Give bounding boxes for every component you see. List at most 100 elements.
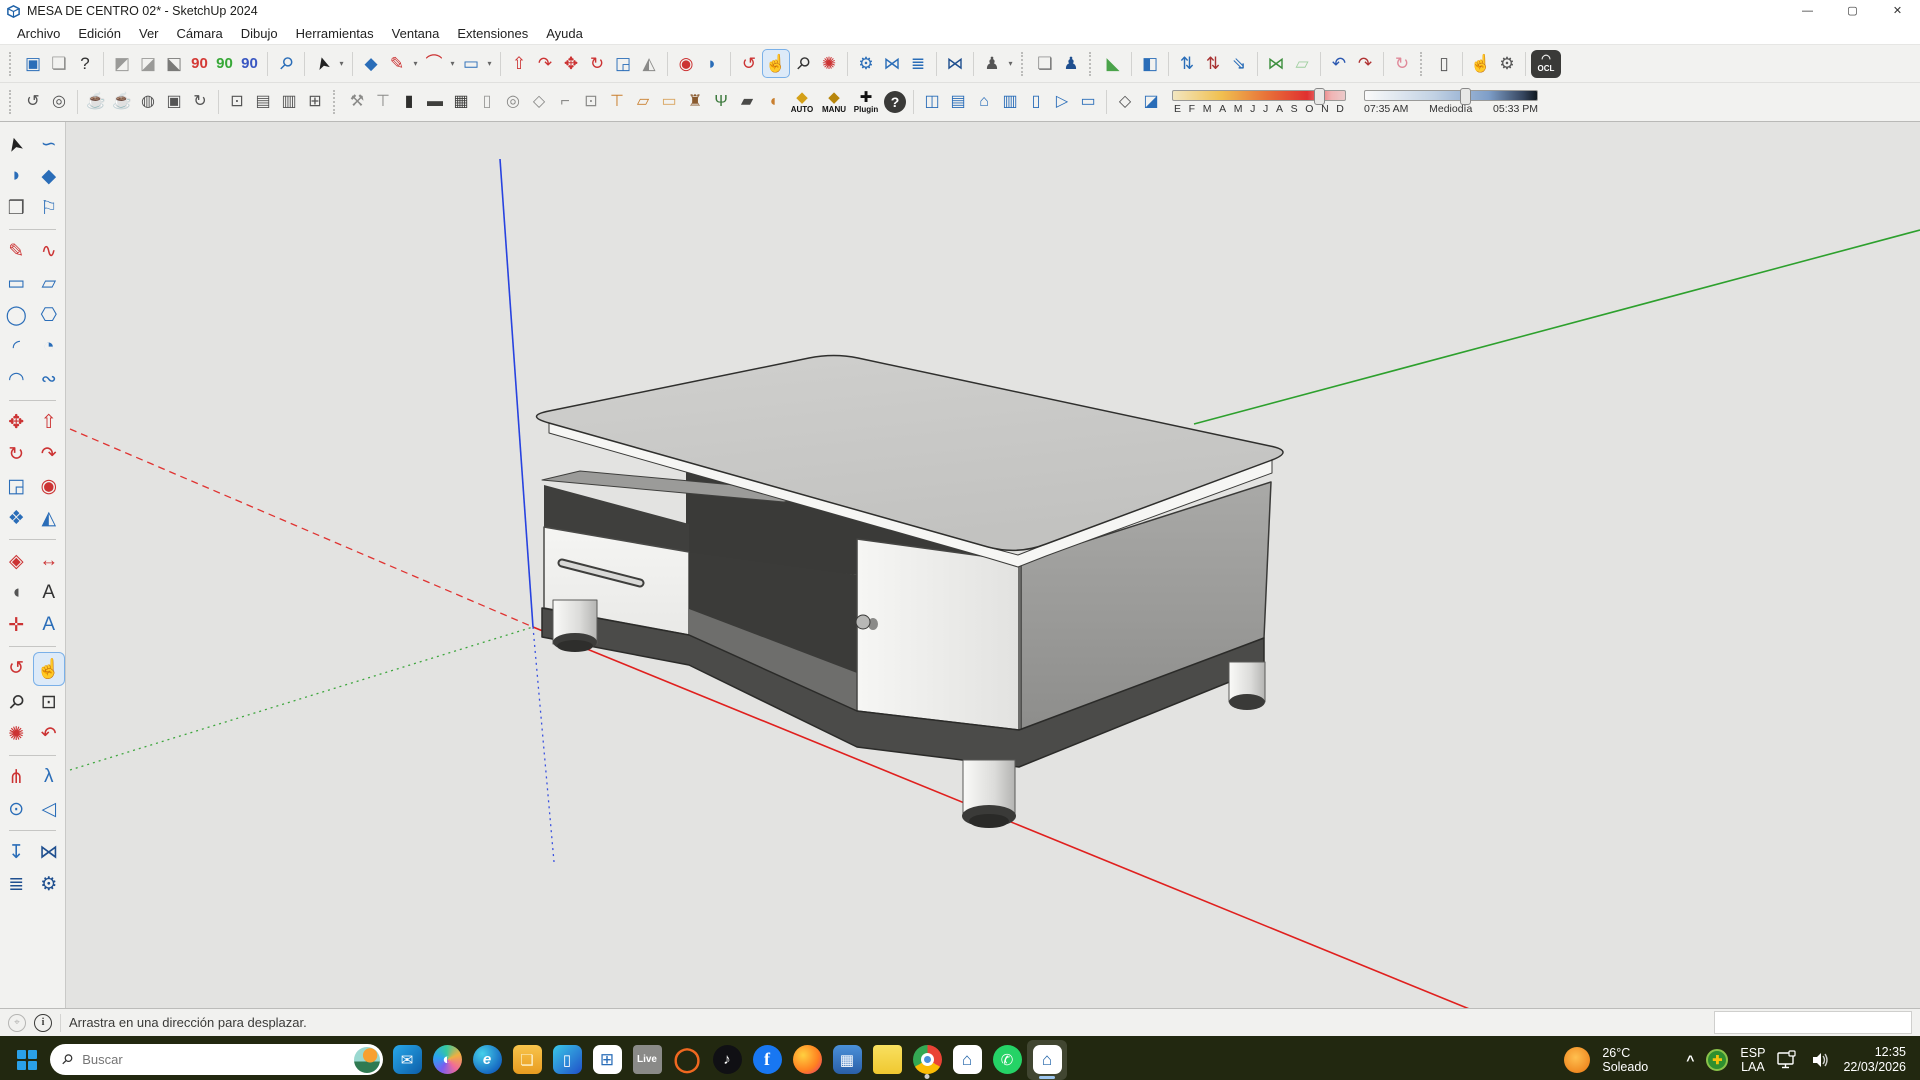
palette-soften-tool[interactable]: ◭ [33,502,66,534]
render-teapot-1-icon[interactable]: ☕ [83,89,109,116]
cutlery-icon[interactable]: ⚒ [344,89,370,116]
eraser-tool-icon[interactable]: ◆ [358,50,384,77]
palette-eraser-tool[interactable]: ◆ [33,160,66,192]
palette-select-tool[interactable]: ➤ [0,128,33,160]
hand-pan-icon[interactable]: ☝ [1468,50,1494,77]
taskbar-search[interactable]: ⚲ [50,1044,383,1075]
blue-solid-icon[interactable]: ◧ [1137,50,1163,77]
palette-position-camera-tool[interactable]: ⋔ [0,761,33,793]
taskbar-app-orange[interactable]: ◯ [667,1040,707,1080]
zoom-tool-icon[interactable]: ⚲ [790,50,816,77]
start-button[interactable] [8,1041,46,1079]
outlet-icon[interactable]: ⊡ [578,89,604,116]
clock-widget[interactable]: 12:35 22/03/2026 [1843,1045,1906,1075]
scale-tool-icon[interactable]: ◲ [610,50,636,77]
antivirus-icon[interactable]: ✚ [1706,1049,1728,1071]
plane-view-3-icon[interactable]: ⬕ [161,50,187,77]
taskbar-app-firefox[interactable] [787,1040,827,1080]
stove-icon[interactable]: ▦ [448,89,474,116]
cabinet-panel-icon[interactable]: ▷ [1049,89,1075,116]
line-tool-icon[interactable]: ✎ [384,50,410,77]
taskbar-app-edge[interactable]: e [467,1040,507,1080]
cabinet-frame-icon[interactable]: ▭ [1075,89,1101,116]
line-dropdown-caret[interactable]: ▾ [410,59,421,68]
window-controls[interactable]: —▢✕ [1785,0,1920,22]
auto-mode-icon[interactable]: ◆AUTO [786,90,818,114]
rectangle-dropdown-caret[interactable]: ▾ [484,59,495,68]
cabinet-open-icon[interactable]: ◫ [919,89,945,116]
palette-zoom-extents-tool[interactable]: ✺ [0,718,33,750]
palette-rectangle-tool[interactable]: ▭ [0,267,33,299]
taskbar-app-facebook[interactable]: f [747,1040,787,1080]
plugin-add-icon[interactable]: ✚Plugin [850,90,882,114]
palette-make-component-tool[interactable]: ❒ [0,192,33,224]
shadow-date-track[interactable] [1172,90,1346,101]
dark-cabinet-icon[interactable]: ▰ [734,89,760,116]
taskbar-app-copilot[interactable]: ◐ [427,1040,467,1080]
palette-polygon-tool[interactable]: ⎔ [33,299,66,331]
arc-tool-icon[interactable]: ⌒ [421,50,447,77]
minimize-button-icon[interactable]: — [1785,0,1830,22]
palette-flip-settings-tool[interactable]: ⚙ [33,868,66,900]
language-indicator[interactable]: ESP LAA [1740,1046,1765,1074]
search-input[interactable] [80,1051,346,1068]
palette-text-3d-tool[interactable]: A [33,609,66,641]
rotate-tool-icon[interactable]: ↻ [584,50,610,77]
shadow-toggle-icon[interactable]: ◪ [1138,89,1164,116]
arrows-up-down-blue-icon[interactable]: ⇅ [1174,50,1200,77]
manual-mode-icon[interactable]: ◆MANU [818,90,850,114]
taskbar-app-calculator[interactable]: ▦ [827,1040,867,1080]
faucet-icon[interactable]: ⌐ [552,89,578,116]
palette-line-tool[interactable]: ✎ [0,235,33,267]
render-region-icon[interactable]: ⊡ [224,89,250,116]
menu-camara[interactable]: Cámara [168,24,232,43]
door-panel-icon[interactable]: ▯ [1431,50,1457,77]
palette-rotate-tool[interactable]: ↻ [0,438,33,470]
palette-previous-view-tool[interactable]: ↶ [33,718,66,750]
palette-tag-tool[interactable]: ⚐ [33,192,66,224]
render-rotate-icon[interactable]: ↻ [187,89,213,116]
help-icon[interactable]: ? [72,50,98,77]
orbit-outline-icon[interactable]: ↺ [20,89,46,116]
move-tool-icon[interactable]: ✥ [558,50,584,77]
paint-face-icon[interactable]: ◣ [1100,50,1126,77]
palette-flip-tool[interactable]: ⋈ [33,836,66,868]
taskbar-app-explorer[interactable]: ❏ [507,1040,547,1080]
taskbar-app-chrome[interactable] [907,1040,947,1080]
plane-view-1-icon[interactable]: ◩ [109,50,135,77]
palette-axes-tool[interactable]: ✛ [0,609,33,641]
cabinet-box-icon[interactable]: ▯ [1023,89,1049,116]
shadow-time-track[interactable] [1364,90,1538,101]
iso-box-icon[interactable]: ❏ [46,50,72,77]
maximize-button-icon[interactable]: ▢ [1830,0,1875,22]
render-teapot-2-icon[interactable]: ☕ [109,89,135,116]
menu-edicion[interactable]: Edición [69,24,130,43]
undo-icon[interactable]: ↶ [1326,50,1352,77]
geolocation-icon[interactable]: ⌖ [8,1014,26,1032]
zoom-extents-tool-icon[interactable]: ✺ [816,50,842,77]
menu-herramientas[interactable]: Herramientas [287,24,383,43]
tray-chevron-icon[interactable]: ^ [1686,1052,1694,1068]
menu-ayuda[interactable]: Ayuda [537,24,592,43]
palette-walk-tool[interactable]: λ [33,761,66,793]
render-frame-icon[interactable]: ▣ [161,89,187,116]
palette-pie-tool[interactable]: ◔ [33,331,66,363]
orbit-tool-icon[interactable]: ↺ [736,50,762,77]
person-dropdown-caret[interactable]: ▾ [1005,59,1016,68]
blue-template-icon[interactable]: ▣ [20,50,46,77]
sink-icon[interactable]: ◎ [500,89,526,116]
cabinet-door-icon[interactable]: ▤ [945,89,971,116]
palette-intersect-tool[interactable]: ❖ [0,502,33,534]
offset-tool-icon[interactable]: ◉ [673,50,699,77]
help-dark-icon[interactable]: ? [882,89,908,116]
cabinet-drawers-icon[interactable]: ▥ [997,89,1023,116]
layers-stack-icon[interactable]: ≣ [905,50,931,77]
shadow-time-thumb[interactable] [1460,88,1471,105]
new-document-icon[interactable]: ❏ [1032,50,1058,77]
table-leg-front-center[interactable] [962,760,1016,828]
speaker-icon[interactable] [1811,1051,1831,1069]
menu-ver[interactable]: Ver [130,24,168,43]
palette-zoom-tool[interactable]: ⚲ [0,686,33,718]
render-window-icon[interactable]: ▤ [250,89,276,116]
palette-move-tool[interactable]: ✥ [0,406,33,438]
